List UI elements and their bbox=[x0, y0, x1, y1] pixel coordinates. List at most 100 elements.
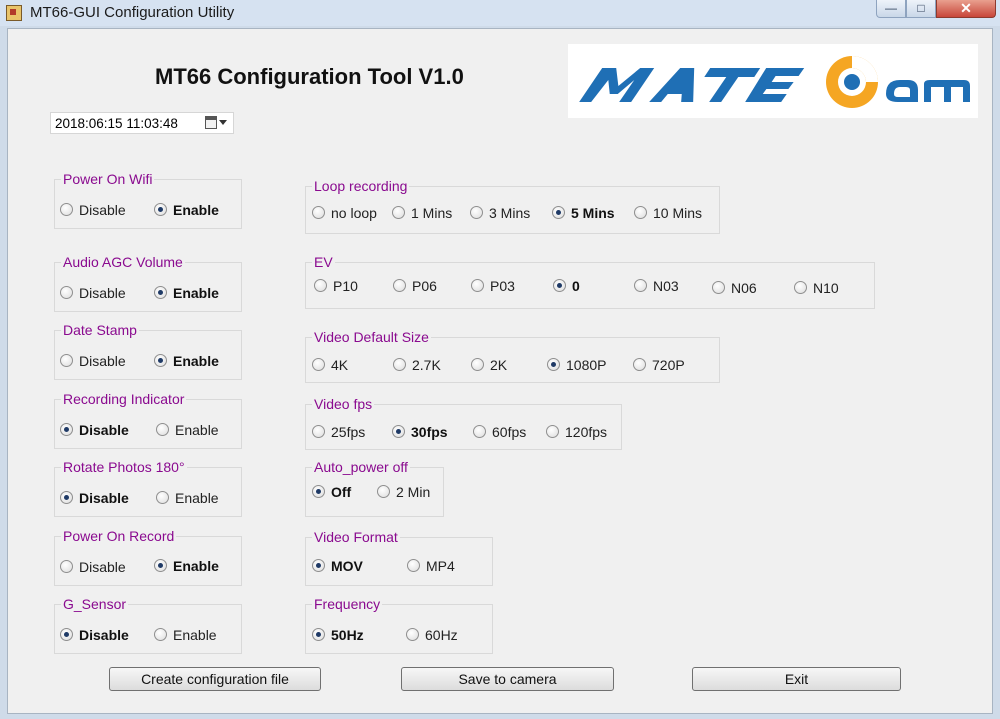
exit-button[interactable]: Exit bbox=[692, 667, 901, 691]
option-label: MP4 bbox=[426, 558, 455, 574]
radio-button[interactable] bbox=[392, 206, 405, 219]
radio-button[interactable] bbox=[60, 423, 73, 436]
radio-button[interactable] bbox=[60, 491, 73, 504]
option-label: Disable bbox=[79, 559, 126, 575]
calendar-icon bbox=[205, 116, 217, 129]
radio-button[interactable] bbox=[156, 491, 169, 504]
group-auto-power-off: Auto_power off Off 2 Min bbox=[305, 459, 444, 517]
group-label: G_Sensor bbox=[61, 596, 129, 612]
option-label: Disable bbox=[79, 353, 126, 369]
window-title: MT66-GUI Configuration Utility bbox=[30, 4, 235, 21]
option-label: 60fps bbox=[492, 424, 527, 440]
brand-logo bbox=[568, 44, 978, 118]
option-label: Enable bbox=[173, 285, 219, 301]
app-icon bbox=[6, 5, 22, 21]
group-label: EV bbox=[312, 254, 335, 270]
radio-button[interactable] bbox=[471, 358, 484, 371]
date-time-picker[interactable]: 2018:06:15 11:03:48 bbox=[50, 112, 234, 134]
option-label: 1 Mins bbox=[411, 205, 453, 221]
group-label: Video fps bbox=[312, 396, 375, 412]
radio-button[interactable] bbox=[60, 354, 73, 367]
radio-button[interactable] bbox=[154, 559, 167, 572]
close-button[interactable]: ✕ bbox=[936, 0, 996, 18]
radio-button[interactable] bbox=[553, 279, 566, 292]
group-video-fps: Video fps 25fps 30fps 60fps 120fps bbox=[305, 396, 622, 450]
option-label: P06 bbox=[412, 278, 437, 294]
radio-button[interactable] bbox=[314, 279, 327, 292]
group-rotate-photos: Rotate Photos 180° Disable Enable bbox=[54, 459, 242, 517]
group-label: Frequency bbox=[312, 596, 383, 612]
option-label: Enable bbox=[173, 627, 217, 643]
radio-button[interactable] bbox=[471, 279, 484, 292]
radio-button[interactable] bbox=[794, 281, 807, 294]
radio-button[interactable] bbox=[60, 286, 73, 299]
radio-button[interactable] bbox=[407, 559, 420, 572]
save-to-camera-button[interactable]: Save to camera bbox=[401, 667, 614, 691]
group-recording-indicator: Recording Indicator Disable Enable bbox=[54, 391, 242, 449]
radio-button[interactable] bbox=[60, 203, 73, 216]
radio-button[interactable] bbox=[392, 425, 405, 438]
maximize-button[interactable]: □ bbox=[906, 0, 936, 18]
option-label: 25fps bbox=[331, 424, 366, 440]
radio-button[interactable] bbox=[312, 485, 325, 498]
option-label: Disable bbox=[79, 422, 129, 438]
title-bar[interactable]: MT66-GUI Configuration Utility — □ ✕ bbox=[0, 0, 1000, 26]
group-frequency: Frequency 50Hz 60Hz bbox=[305, 596, 493, 654]
option-label: Enable bbox=[173, 558, 219, 574]
close-icon: ✕ bbox=[960, 0, 972, 16]
option-label: Enable bbox=[175, 422, 219, 438]
radio-button[interactable] bbox=[547, 358, 560, 371]
radio-button[interactable] bbox=[377, 485, 390, 498]
option-label: MOV bbox=[331, 558, 363, 574]
create-config-button[interactable]: Create configuration file bbox=[109, 667, 321, 691]
option-label: 10 Mins bbox=[653, 205, 703, 221]
option-label: P10 bbox=[333, 278, 358, 294]
radio-button[interactable] bbox=[634, 279, 647, 292]
radio-button[interactable] bbox=[312, 559, 325, 572]
group-date-stamp: Date Stamp Disable Enable bbox=[54, 322, 242, 380]
radio-button[interactable] bbox=[312, 206, 325, 219]
group-label: Auto_power off bbox=[312, 459, 410, 475]
radio-button[interactable] bbox=[552, 206, 565, 219]
radio-button[interactable] bbox=[634, 206, 647, 219]
group-ev: EV P10 P06 P03 0 N03 N06 N10 bbox=[305, 254, 875, 309]
group-label: Loop recording bbox=[312, 178, 410, 194]
radio-button[interactable] bbox=[154, 354, 167, 367]
radio-button[interactable] bbox=[156, 423, 169, 436]
minimize-button[interactable]: — bbox=[876, 0, 906, 18]
option-label: 3 Mins bbox=[489, 205, 531, 221]
radio-button[interactable] bbox=[60, 560, 73, 573]
radio-button[interactable] bbox=[60, 628, 73, 641]
option-label: 0 bbox=[572, 278, 580, 294]
group-video-default-size: Video Default Size 4K 2.7K 2K 1080P 720P bbox=[305, 329, 720, 383]
group-label: Rotate Photos 180° bbox=[61, 459, 187, 475]
option-label: N10 bbox=[813, 280, 839, 296]
option-label: Enable bbox=[173, 202, 219, 218]
option-label: Disable bbox=[79, 627, 129, 643]
logo-graphic bbox=[579, 56, 970, 108]
group-label: Power On Record bbox=[61, 528, 177, 544]
option-label: 720P bbox=[652, 357, 685, 373]
radio-button[interactable] bbox=[633, 358, 646, 371]
radio-button[interactable] bbox=[546, 425, 559, 438]
radio-button[interactable] bbox=[154, 286, 167, 299]
radio-button[interactable] bbox=[312, 628, 325, 641]
radio-button[interactable] bbox=[154, 628, 167, 641]
radio-button[interactable] bbox=[712, 281, 725, 294]
radio-button[interactable] bbox=[312, 425, 325, 438]
group-loop-recording: Loop recording no loop 1 Mins 3 Mins 5 M… bbox=[305, 178, 720, 234]
radio-button[interactable] bbox=[406, 628, 419, 641]
radio-button[interactable] bbox=[473, 425, 486, 438]
group-video-format: Video Format MOV MP4 bbox=[305, 529, 493, 586]
app-window: MT66-GUI Configuration Utility — □ ✕ MT6… bbox=[0, 0, 1000, 719]
option-label: 5 Mins bbox=[571, 205, 615, 221]
radio-button[interactable] bbox=[470, 206, 483, 219]
radio-button[interactable] bbox=[393, 358, 406, 371]
radio-button[interactable] bbox=[393, 279, 406, 292]
group-label: Audio AGC Volume bbox=[61, 254, 185, 270]
group-label: Power On Wifi bbox=[61, 171, 155, 187]
radio-button[interactable] bbox=[312, 358, 325, 371]
group-label: Date Stamp bbox=[61, 322, 139, 338]
radio-button[interactable] bbox=[154, 203, 167, 216]
date-picker-dropdown[interactable] bbox=[203, 115, 231, 131]
